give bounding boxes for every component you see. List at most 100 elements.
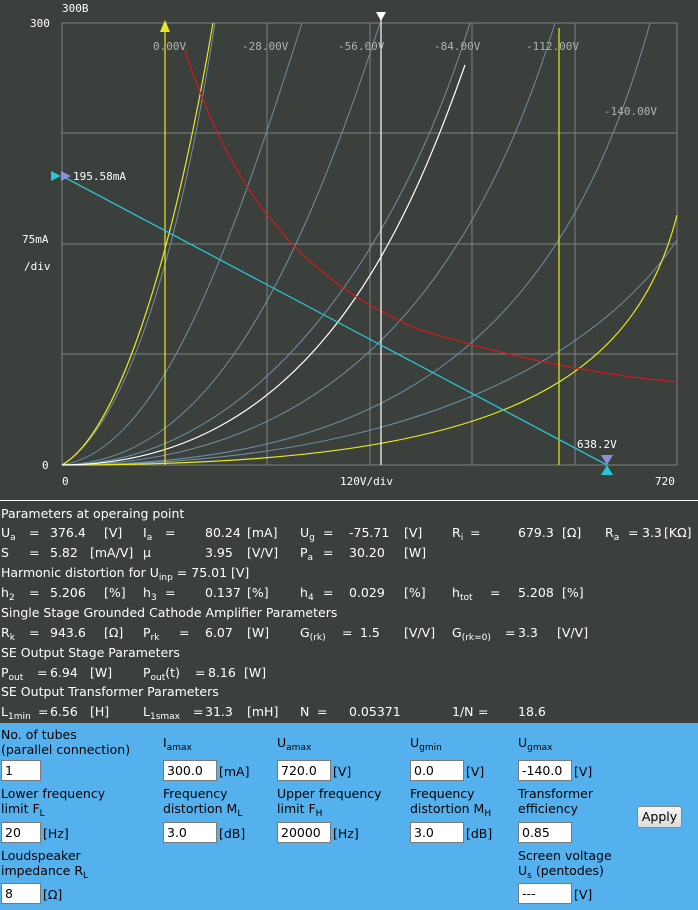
s-value: 5.82 bbox=[50, 545, 78, 560]
ri-unit: [Ω] bbox=[562, 525, 582, 540]
x-div-label: 120V/div bbox=[340, 475, 393, 488]
uamax-input[interactable] bbox=[277, 760, 331, 781]
grid-voltage-label: -84.00V bbox=[434, 40, 481, 53]
grk-unit: [V/V] bbox=[404, 625, 436, 640]
load-current-label: 195.58mA bbox=[73, 170, 126, 183]
mh-unit: [dB] bbox=[466, 826, 493, 841]
ug-eq: = bbox=[323, 525, 334, 540]
h4-value: 0.029 bbox=[349, 585, 385, 600]
us-input[interactable] bbox=[518, 883, 572, 904]
y-div-label: 75mA bbox=[22, 233, 49, 246]
rk-value: 943.6 bbox=[50, 625, 86, 640]
l1min-value: 6.56 bbox=[50, 704, 78, 719]
poutt-value: 8.16 bbox=[208, 665, 236, 680]
ugmax-label: Ugmax bbox=[518, 735, 553, 753]
l1smax-value: 31.3 bbox=[205, 704, 233, 719]
rk-symbol: Rk bbox=[1, 625, 15, 643]
ug-value: -75.71 bbox=[349, 525, 390, 540]
uamax-label: Uamax bbox=[277, 735, 312, 753]
x-max-label: 720 bbox=[655, 475, 675, 488]
apply-button[interactable]: Apply bbox=[637, 806, 682, 828]
l1min-symbol: L1min bbox=[1, 704, 31, 722]
fl-unit: [Hz] bbox=[43, 826, 69, 841]
grid-voltage-label: 0.00V bbox=[153, 40, 186, 53]
rl-input[interactable] bbox=[1, 883, 41, 904]
h2-eq: = bbox=[29, 585, 40, 600]
prk-eq: = bbox=[179, 625, 190, 640]
eff-label: Transformer efficiency bbox=[518, 786, 594, 816]
mh-input[interactable] bbox=[410, 822, 464, 843]
rk-unit: [Ω] bbox=[104, 625, 124, 640]
pa-unit: [W] bbox=[404, 545, 427, 560]
grk0-eq: = bbox=[505, 625, 516, 640]
htot-value: 5.208 bbox=[518, 585, 554, 600]
ia-value: 80.24 bbox=[205, 525, 241, 540]
us-label: Screen voltage Us (pentodes) bbox=[518, 848, 612, 881]
h4-unit: [%] bbox=[404, 585, 426, 600]
hd-title: Harmonic distortion for Uinp = 75.01 [V] bbox=[1, 565, 250, 583]
tubes-label: No. of tubes (parallel connection) bbox=[1, 727, 131, 757]
s-unit: [mA/V] bbox=[90, 545, 134, 560]
ra-eq: = bbox=[628, 525, 639, 540]
ml-label: Frequency distortion ML bbox=[163, 786, 243, 819]
ml-input[interactable] bbox=[163, 822, 217, 843]
l1smax-unit: [mH] bbox=[247, 704, 279, 719]
ug-unit: [V] bbox=[404, 525, 423, 540]
ugmin-input[interactable] bbox=[410, 760, 464, 781]
pa-symbol: Pa bbox=[300, 545, 314, 563]
pout-symbol: Pout bbox=[1, 665, 24, 683]
fl-label: Lower frequency limit FL bbox=[1, 786, 106, 819]
iamax-label: Iamax bbox=[163, 735, 192, 753]
eff-input[interactable] bbox=[518, 822, 572, 843]
ua-symbol: Ua bbox=[1, 525, 16, 543]
ua-unit: [V] bbox=[104, 525, 123, 540]
y-div-unit: /div bbox=[24, 260, 51, 273]
htot-eq: = bbox=[490, 585, 501, 600]
h3-unit: [%] bbox=[247, 585, 269, 600]
iamax-input[interactable] bbox=[163, 760, 217, 781]
rk-eq: = bbox=[29, 625, 40, 640]
op-title: Parameters at operaing point bbox=[1, 506, 185, 521]
us-unit: [V] bbox=[574, 887, 593, 902]
poutt-eq: = bbox=[195, 665, 206, 680]
h3-value: 0.137 bbox=[205, 585, 241, 600]
parameters-panel: Parameters at operaing point Ua = 376.4 … bbox=[0, 501, 698, 723]
y-max-label: 300 bbox=[30, 17, 50, 30]
prk-symbol: Prk bbox=[143, 625, 160, 643]
tr-title: SE Output Transformer Parameters bbox=[1, 684, 219, 699]
ia-unit: [mA] bbox=[247, 525, 278, 540]
ugmax-input[interactable] bbox=[518, 760, 572, 781]
plot-background bbox=[0, 0, 698, 500]
prk-unit: [W] bbox=[247, 625, 270, 640]
se-title: SE Output Stage Parameters bbox=[1, 645, 180, 660]
ia-symbol: Ia bbox=[143, 525, 153, 543]
h3-eq: = bbox=[165, 585, 176, 600]
grk-value: 1.5 bbox=[360, 625, 380, 640]
mu-value: 3.95 bbox=[205, 545, 233, 560]
ua-value: 376.4 bbox=[50, 525, 86, 540]
ua-eq: = bbox=[29, 525, 40, 540]
pa-eq: = bbox=[323, 545, 334, 560]
fl-input[interactable] bbox=[1, 822, 41, 843]
fh-input[interactable] bbox=[277, 822, 331, 843]
tubes-input[interactable] bbox=[1, 760, 41, 781]
anode-curves-plot[interactable]: 300B 300 75mA /div 0 0 120V/div 720 195.… bbox=[0, 0, 698, 500]
n-symbol: N bbox=[300, 704, 310, 719]
ml-unit: [dB] bbox=[219, 826, 246, 841]
prk-value: 6.07 bbox=[205, 625, 233, 640]
fh-label: Upper frequency limit FH bbox=[277, 786, 382, 819]
inv-n-value: 18.6 bbox=[518, 704, 546, 719]
mh-label: Frequency distortion MH bbox=[410, 786, 492, 819]
inv-n-eq: = bbox=[478, 704, 489, 719]
h3-symbol: h3 bbox=[143, 585, 157, 603]
ra-value: 3.3 bbox=[642, 525, 662, 540]
l1smax-symbol: L1smax bbox=[143, 704, 180, 722]
grid-voltage-label: -56.00V bbox=[338, 40, 385, 53]
grid-voltage-label: -112.00V bbox=[526, 40, 579, 53]
characteristic-graph[interactable]: 300B 300 75mA /div 0 0 120V/div 720 195.… bbox=[0, 0, 698, 500]
ra-symbol: Ra bbox=[605, 525, 620, 543]
grk0-value: 3.3 bbox=[518, 625, 538, 640]
ri-eq: = bbox=[470, 525, 481, 540]
load-voltage-label: 638.2V bbox=[577, 438, 617, 451]
sgc-title: Single Stage Grounded Cathode Amplifier … bbox=[1, 605, 338, 620]
